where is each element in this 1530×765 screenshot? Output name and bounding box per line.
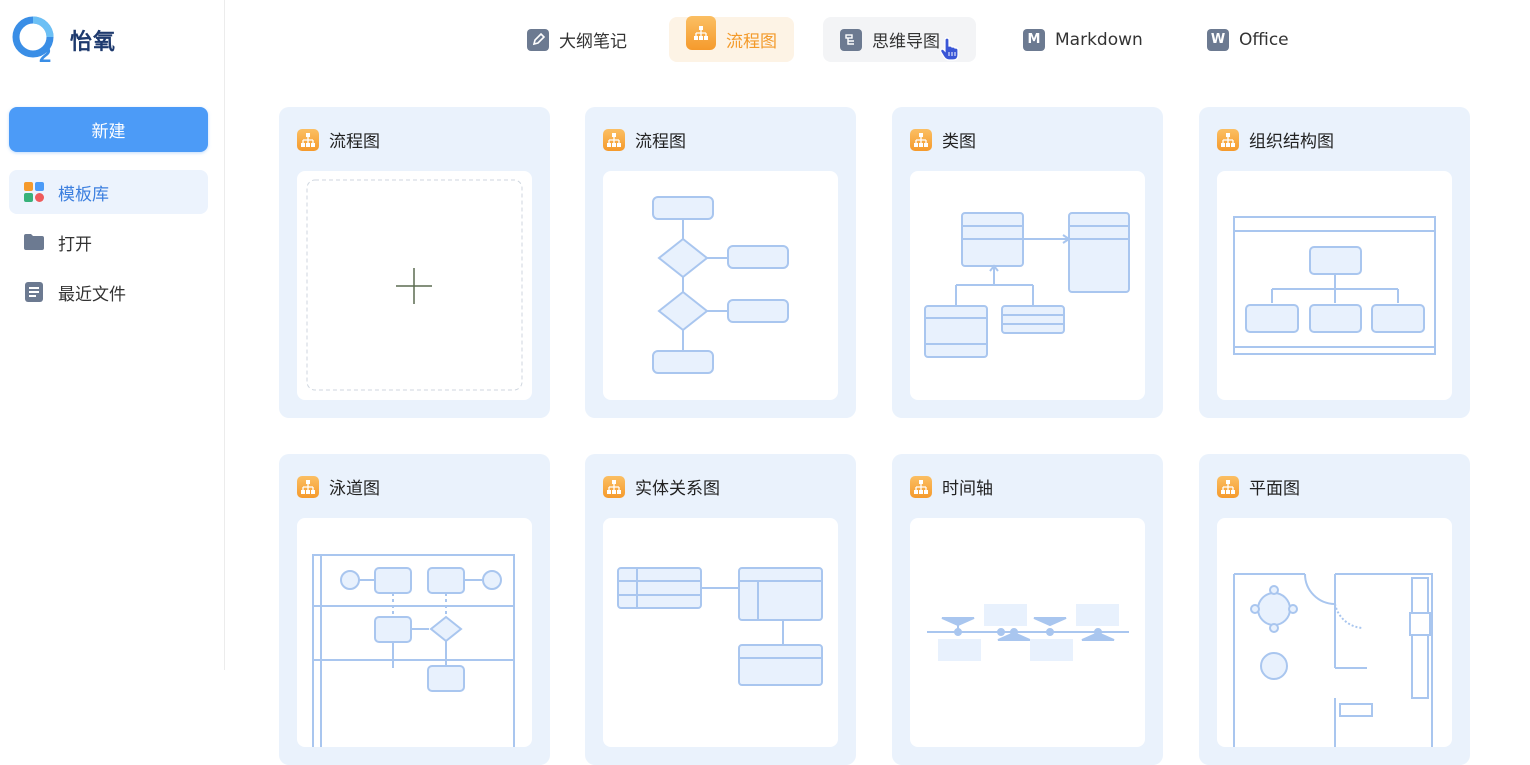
hand-cursor-icon bbox=[939, 37, 961, 66]
grid-apps-icon bbox=[23, 181, 45, 203]
tab-label: 思维导图 bbox=[872, 32, 940, 52]
card-title: 平面图 bbox=[1249, 479, 1300, 499]
category-tabs: 大纲笔记 流程图 思维导图 M Markdown W Office bbox=[224, 0, 1530, 80]
card-preview bbox=[1217, 171, 1452, 400]
card-title: 类图 bbox=[942, 132, 976, 152]
document-icon bbox=[23, 281, 45, 303]
new-button[interactable]: 新建 bbox=[9, 107, 208, 152]
sidebar-item-label: 打开 bbox=[58, 234, 92, 255]
template-card-org-chart[interactable]: 组织结构图 bbox=[1199, 107, 1470, 418]
template-card-floor-plan[interactable]: 平面图 bbox=[1199, 454, 1470, 765]
card-preview bbox=[910, 171, 1145, 400]
flowchart-icon bbox=[1217, 128, 1239, 151]
flowchart-icon bbox=[910, 128, 932, 151]
tab-outline-notes[interactable]: 大纲笔记 bbox=[510, 17, 644, 62]
tab-mindmap[interactable]: 思维导图 bbox=[823, 17, 976, 62]
sidebar-item-templates[interactable]: 模板库 bbox=[9, 170, 208, 214]
app-name: 怡氧 bbox=[70, 30, 117, 55]
markdown-icon: M bbox=[1023, 28, 1045, 51]
card-preview bbox=[297, 171, 532, 400]
app-logo[interactable]: 2 怡氧 bbox=[12, 16, 117, 67]
tab-label: 流程图 bbox=[726, 32, 777, 52]
card-title: 流程图 bbox=[635, 132, 686, 152]
tab-markdown[interactable]: M Markdown bbox=[1006, 17, 1160, 62]
flowchart-icon bbox=[1217, 475, 1239, 498]
svg-text:2: 2 bbox=[39, 42, 51, 64]
office-icon: W bbox=[1207, 28, 1229, 51]
tab-flowchart[interactable]: 流程图 bbox=[669, 15, 794, 62]
card-title: 时间轴 bbox=[942, 479, 993, 499]
sidebar: 2 怡氧 新建 模板库 打开 最近文件 bbox=[0, 0, 225, 670]
flowchart-icon bbox=[910, 475, 932, 498]
sidebar-item-open[interactable]: 打开 bbox=[9, 220, 208, 264]
sidebar-item-label: 模板库 bbox=[58, 184, 109, 205]
flowchart-icon bbox=[297, 475, 319, 498]
flowchart-icon bbox=[603, 475, 625, 498]
template-card-class-diagram[interactable]: 类图 bbox=[892, 107, 1163, 418]
template-card-er-diagram[interactable]: 实体关系图 bbox=[585, 454, 856, 765]
pen-icon bbox=[527, 28, 549, 51]
card-preview bbox=[297, 518, 532, 747]
card-preview bbox=[603, 171, 838, 400]
tab-label: Markdown bbox=[1055, 29, 1143, 50]
sidebar-item-label: 最近文件 bbox=[58, 284, 126, 305]
folder-icon bbox=[23, 231, 45, 253]
template-card-flowchart[interactable]: 流程图 bbox=[585, 107, 856, 418]
flowchart-icon bbox=[297, 128, 319, 151]
card-title: 泳道图 bbox=[329, 479, 380, 499]
tab-label: Office bbox=[1239, 29, 1289, 50]
template-card-blank-flowchart[interactable]: 流程图 bbox=[279, 107, 550, 418]
card-title: 实体关系图 bbox=[635, 479, 720, 499]
mindmap-icon bbox=[840, 28, 862, 51]
logo-icon: 2 bbox=[12, 16, 60, 67]
tab-label: 大纲笔记 bbox=[559, 32, 627, 52]
plus-icon bbox=[396, 268, 432, 304]
flowchart-icon bbox=[686, 15, 716, 50]
card-preview bbox=[603, 518, 838, 747]
card-preview bbox=[1217, 518, 1452, 747]
sidebar-item-recent[interactable]: 最近文件 bbox=[9, 270, 208, 314]
card-title: 流程图 bbox=[329, 132, 380, 152]
card-preview bbox=[910, 518, 1145, 747]
template-card-timeline[interactable]: 时间轴 bbox=[892, 454, 1163, 765]
tab-office[interactable]: W Office bbox=[1190, 17, 1306, 62]
flowchart-icon bbox=[603, 128, 625, 151]
template-card-swimlane[interactable]: 泳道图 bbox=[279, 454, 550, 765]
card-title: 组织结构图 bbox=[1249, 132, 1334, 152]
